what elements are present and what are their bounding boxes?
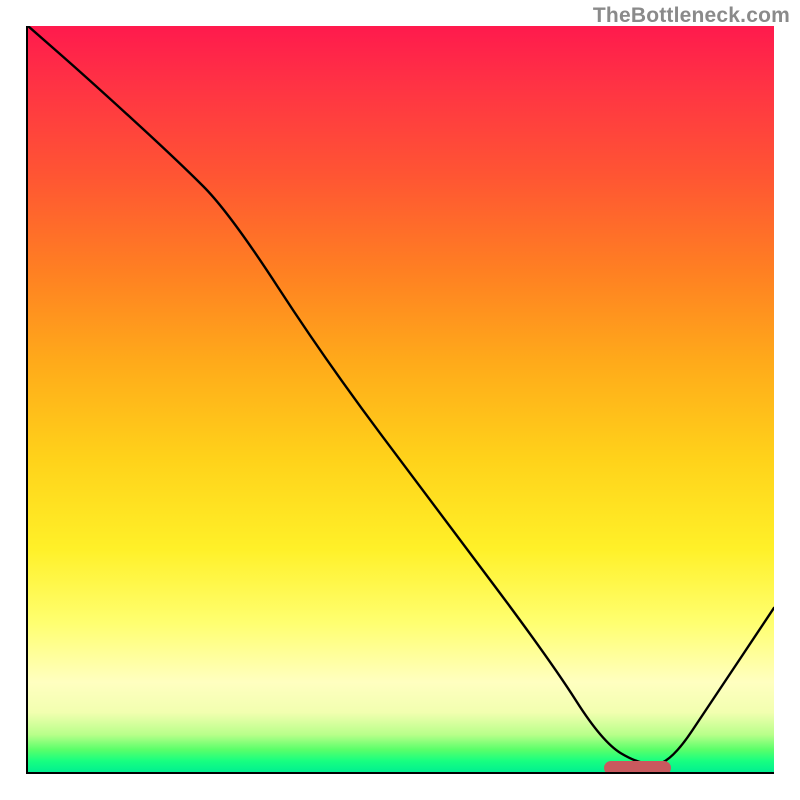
watermark-text: TheBottleneck.com — [593, 4, 790, 28]
bottleneck-curve — [28, 26, 774, 772]
optimum-range-marker — [604, 761, 671, 774]
plot-area — [26, 26, 774, 774]
bottleneck-chart: TheBottleneck.com — [0, 0, 800, 800]
